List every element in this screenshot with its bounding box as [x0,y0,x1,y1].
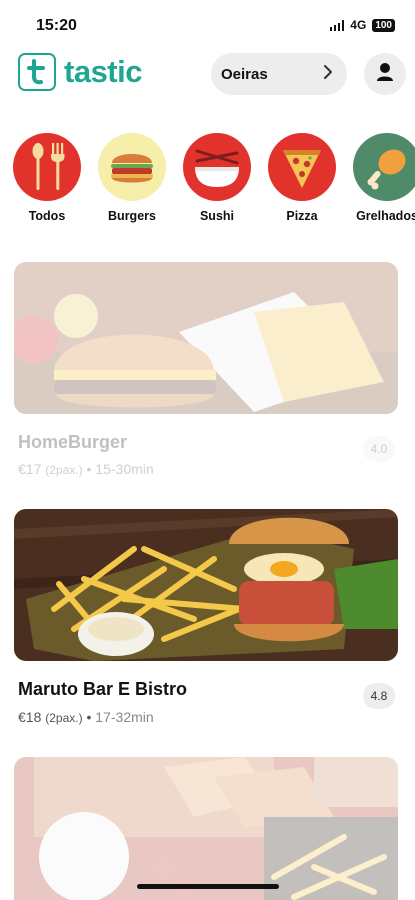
category-carousel[interactable]: Todos Burgers Sushi Pizza Grelhados [0,133,415,228]
location-selector[interactable]: Oeiras [211,53,347,95]
pizza-slice-icon [268,133,336,201]
restaurant-image[interactable] [14,262,398,414]
category-label: Pizza [286,209,318,223]
pax: (2pax.) [45,463,83,477]
signal-icon [329,19,345,31]
category-pizza[interactable]: Pizza [262,133,342,223]
restaurant-meta: €17 (2pax.) • 15-30min [18,461,154,477]
profile-button[interactable] [364,53,406,95]
price: €18 [18,709,42,725]
rating-badge: 4.8 [363,683,395,709]
bowl-chopsticks-icon [183,133,251,201]
burger-icon [98,133,166,201]
location-label: Oeiras [221,65,268,83]
category-label: Burgers [108,209,156,223]
category-label: Grelhados [356,209,415,223]
chevron-right-icon [323,64,333,85]
status-bar: 15:20 4G 100 [0,0,415,48]
category-label: Sushi [199,209,235,223]
battery-icon: 100 [372,18,395,32]
restaurant-image[interactable] [14,757,398,900]
category-todos[interactable]: Todos [7,133,87,223]
category-burgers[interactable]: Burgers [92,133,172,223]
logo-text: tastic [64,54,142,89]
delivery-time: 15-30min [95,461,154,477]
status-time: 15:20 [36,17,77,34]
separator: • [86,461,92,477]
app-logo: tastic [18,53,142,91]
price: €17 [18,461,42,477]
rating-badge: 4.0 [363,436,395,462]
restaurant-name[interactable]: Maruto Bar E Bistro [18,679,187,700]
category-grelhados[interactable]: Grelhados [347,133,415,223]
category-sushi[interactable]: Sushi [177,133,257,223]
category-label: Todos [28,209,66,223]
network-type: 4G [350,18,367,32]
separator: • [86,709,92,725]
cutlery-icon [13,133,81,201]
status-indicators: 4G 100 [329,18,395,32]
user-icon [376,62,394,87]
restaurant-meta: €18 (2pax.) • 17-32min [18,709,154,725]
restaurant-image[interactable] [14,509,398,661]
delivery-time: 17-32min [95,709,154,725]
chicken-leg-icon [353,133,415,201]
restaurant-name[interactable]: HomeBurger [18,432,127,453]
home-indicator[interactable] [137,884,279,889]
pax: (2pax.) [45,711,83,725]
logo-mark-icon [18,53,56,91]
